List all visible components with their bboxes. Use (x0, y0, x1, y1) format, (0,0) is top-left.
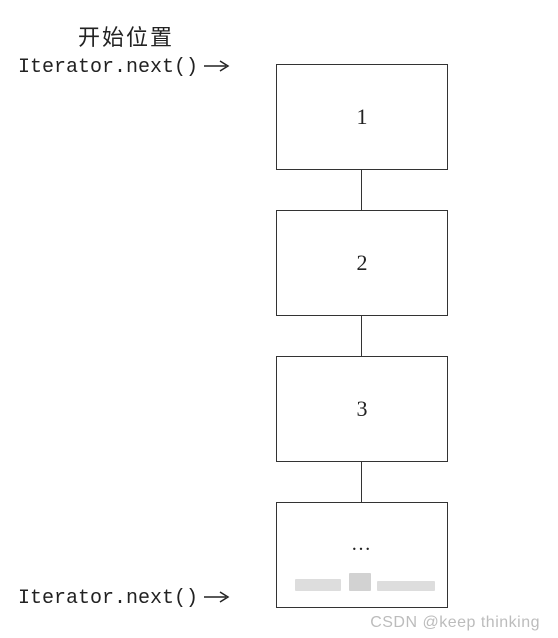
node-value: 1 (357, 104, 368, 130)
node-value: 2 (357, 250, 368, 276)
watermark-text: CSDN @keep thinking (370, 614, 540, 632)
start-label-group: 开始位置 Iterator.next() (18, 20, 234, 79)
iterator-next-top-text: Iterator.next() (18, 56, 198, 79)
start-position-title: 开始位置 (18, 20, 234, 52)
ellipsis-content: … (277, 503, 447, 607)
arrow-right-icon (204, 59, 234, 78)
iterator-next-bottom-text: Iterator.next() (18, 587, 198, 610)
node-box-ellipsis: … (276, 502, 448, 608)
iterator-next-bottom: Iterator.next() (18, 587, 234, 610)
smudge-artifact (377, 581, 435, 591)
iterator-diagram: 开始位置 Iterator.next() 1 2 3 … (0, 0, 558, 638)
arrow-right-icon (204, 590, 234, 609)
iterator-next-top: Iterator.next() (18, 56, 234, 79)
node-value: 3 (357, 396, 368, 422)
smudge-artifact (349, 573, 371, 591)
node-box-1: 1 (276, 64, 448, 170)
node-value: … (351, 533, 373, 556)
connector-line (361, 316, 362, 356)
node-box-3: 3 (276, 356, 448, 462)
smudge-artifact (295, 579, 341, 591)
connector-line (361, 462, 362, 502)
connector-line (361, 170, 362, 210)
node-box-2: 2 (276, 210, 448, 316)
